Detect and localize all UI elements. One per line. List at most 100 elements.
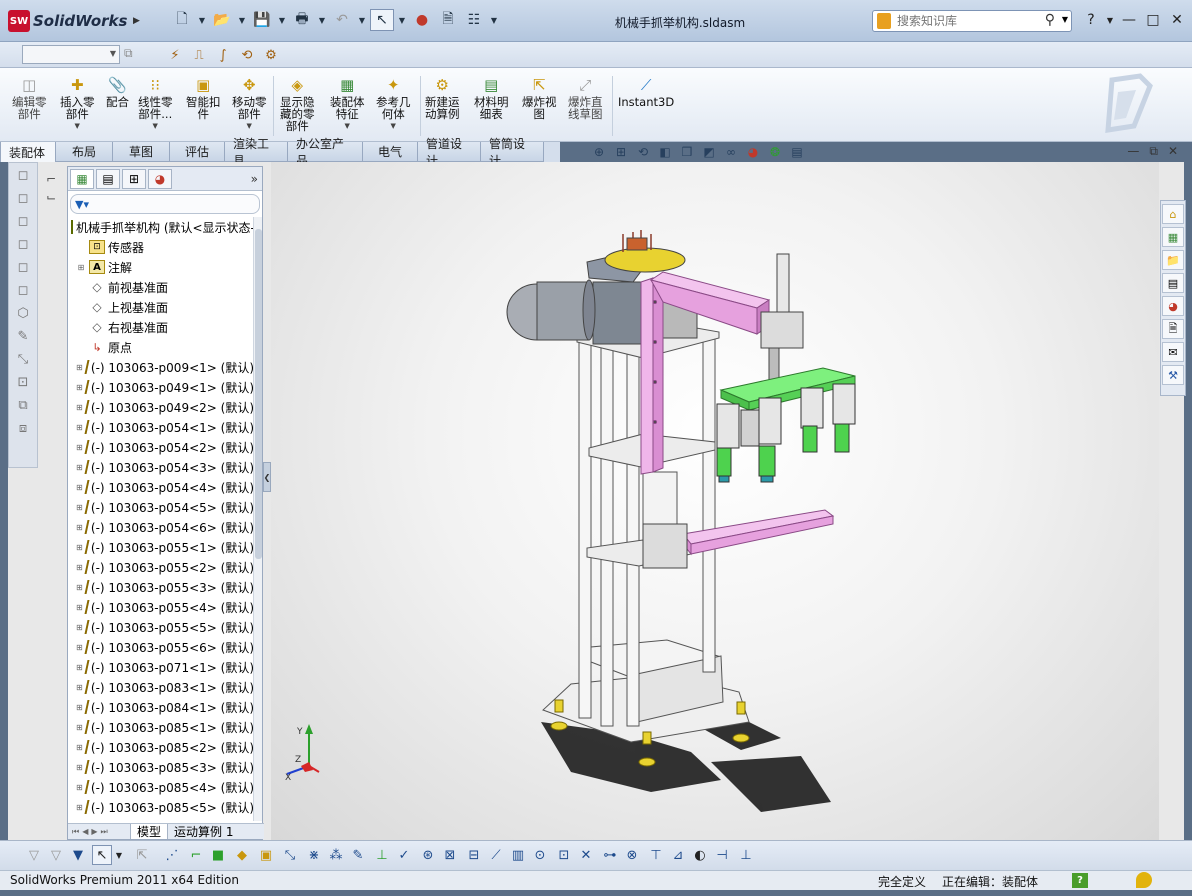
zoom-to-fit-icon[interactable]: ⊕ [590, 144, 608, 160]
undo-dropdown-icon[interactable]: ▼ [356, 9, 368, 31]
rebuild-traffic-light-icon[interactable]: ● [410, 9, 434, 31]
design-library-icon[interactable]: ▦ [1162, 227, 1184, 247]
select-other-icon[interactable]: ⇱ [132, 845, 152, 865]
tree-expander-icon[interactable]: ⊞ [76, 443, 83, 452]
filter-datum-icon[interactable]: ⊟ [464, 845, 484, 865]
help-dropdown-icon[interactable]: ▼ [1106, 10, 1114, 30]
view-front-icon[interactable]: ◻ [10, 164, 36, 186]
tree-item[interactable]: ⊡ 传感器 [68, 237, 254, 257]
corner-icon[interactable]: ⌐ [40, 172, 62, 190]
property-manager-tab-icon[interactable]: ▤ [96, 168, 120, 189]
filter-sketch-segments-icon[interactable]: ✎ [348, 845, 368, 865]
panel-expand-icon[interactable]: » [251, 172, 258, 186]
section-view-icon[interactable]: ◧ [656, 144, 674, 160]
tree-expander-icon[interactable]: ⊞ [76, 423, 83, 432]
filter-surface-bodies-icon[interactable]: ▣ [256, 845, 276, 865]
options-dropdown-icon[interactable]: ▼ [488, 9, 500, 31]
new-document-icon[interactable]: 🗋 [170, 9, 194, 31]
tab-office-products[interactable]: 办公室产品 [287, 137, 363, 168]
tab-assembly[interactable]: 装配体 [0, 142, 56, 162]
resources-home-icon[interactable]: ⌂ [1162, 204, 1184, 224]
close-icon[interactable]: ✕ [1168, 10, 1186, 30]
feature-tree-tab-icon[interactable]: ▦ [70, 168, 94, 189]
filter-dowel-pins-icon[interactable]: ⊶ [600, 845, 620, 865]
first-tab-icon[interactable]: ⏮ [72, 827, 79, 837]
select-pointer-icon[interactable]: ↖ [370, 9, 394, 31]
tree-expander-icon[interactable]: ⊞ [76, 483, 83, 492]
chevron-down-icon[interactable]: ▼ [247, 122, 252, 130]
tree-expander-icon[interactable]: ⊞ [76, 603, 83, 612]
filter-blocks-icon[interactable]: ⊡ [554, 845, 574, 865]
tree-expander-icon[interactable]: ⊞ [76, 743, 83, 752]
step-icon[interactable]: ⎍ [189, 45, 209, 65]
filter-toggle-icon[interactable]: ▽ [24, 845, 44, 865]
filter-balloons-icon[interactable]: ⊙ [530, 845, 550, 865]
configuration-manager-tab-icon[interactable]: ⊞ [122, 168, 146, 189]
linear-pattern-button[interactable]: ⁝⁝ 线性零 部件... ▼ [138, 74, 173, 130]
view-right-icon[interactable]: ◻ [10, 233, 36, 255]
tree-expander-icon[interactable]: ⊞ [76, 363, 83, 372]
tree-item[interactable]: ⊞ (-) 103063-p085<2> (默认) [68, 737, 254, 757]
filter-annotations-icon[interactable]: ✓ [394, 845, 414, 865]
tree-item[interactable]: ⊞ (-) 103063-p085<1> (默认) [68, 717, 254, 737]
select-dropdown-icon[interactable]: ▼ [396, 9, 408, 31]
edit-component-button[interactable]: ◫ 编辑零 部件 [12, 74, 47, 120]
chevron-down-icon[interactable]: ▼ [391, 122, 396, 130]
print-dropdown-icon[interactable]: ▼ [316, 9, 328, 31]
view-bottom-icon[interactable]: ◻ [10, 279, 36, 301]
bill-of-materials-button[interactable]: ▤ 材料明 细表 [474, 74, 509, 120]
quick-tips-icon[interactable]: ? [1072, 873, 1088, 888]
tree-expander-icon[interactable]: ⊞ [76, 583, 83, 592]
tree-item[interactable]: ◇ 右视基准面 [68, 317, 254, 337]
filter-axes-icon[interactable]: ⤡ [280, 845, 300, 865]
mate-reference-icon[interactable]: ⚡ [165, 45, 185, 65]
zoom-to-area-icon[interactable]: ⊞ [612, 144, 630, 160]
tree-item[interactable]: ⊞ (-) 103063-p055<1> (默认) [68, 537, 254, 557]
tree-expander-icon[interactable]: ⊞ [76, 663, 83, 672]
filter-components-icon[interactable]: ◆ [232, 845, 252, 865]
smart-dimension-icon[interactable]: ⤡ [10, 348, 36, 370]
graphics-viewport[interactable]: Y Z X [271, 162, 1159, 840]
appearances-icon[interactable]: ◕ [1162, 296, 1184, 316]
view-iso-icon[interactable]: ⬡ [10, 302, 36, 324]
view-left-icon[interactable]: ◻ [10, 210, 36, 232]
tree-filter[interactable]: ▼▾ [70, 194, 260, 214]
filter-routing-points-icon[interactable]: ⊣ [712, 845, 732, 865]
tree-expander-icon[interactable]: ⊞ [76, 723, 83, 732]
chevron-down-icon[interactable]: ▼ [153, 122, 158, 130]
next-tab-icon[interactable]: ▶ [91, 827, 97, 836]
tab-electrical[interactable]: 电气 [362, 142, 418, 162]
copy-config-icon[interactable]: ⧉ [124, 46, 142, 64]
spring-icon[interactable]: ∫ [213, 45, 233, 65]
tab-tubing[interactable]: 管筒设计 [480, 137, 544, 168]
tree-expander-icon[interactable]: ⊞ [76, 563, 83, 572]
tree-item[interactable]: ⊞ (-) 103063-p049<2> (默认) [68, 397, 254, 417]
filter-connection-points-icon[interactable]: ⊥ [736, 845, 756, 865]
save-dropdown-icon[interactable]: ▼ [276, 9, 288, 31]
tree-expander-icon[interactable]: ⊞ [76, 683, 83, 692]
tree-item[interactable]: ⊞ (-) 103063-p055<3> (默认) [68, 577, 254, 597]
tree-item[interactable]: ⊞ (-) 103063-p054<2> (默认) [68, 437, 254, 457]
doc-minimize-icon[interactable]: — [1127, 144, 1139, 159]
view-top-icon[interactable]: ◻ [10, 256, 36, 278]
options-icon[interactable]: ☷ [462, 9, 486, 31]
snap-icon[interactable]: ⊡ [10, 371, 36, 393]
explode-line-sketch-button[interactable]: ⤢ 爆炸直 线草图 [568, 74, 603, 120]
tree-root[interactable]: 机械手抓举机构 (默认<显示状态-1>) [68, 217, 254, 237]
filter-select-all-icon[interactable]: ▼ [68, 845, 88, 865]
tree-expander-icon[interactable]: ⊞ [76, 783, 83, 792]
mate-button[interactable]: 📎 配合 [106, 74, 129, 108]
tree-item[interactable]: ⊞ (-) 103063-p049<1> (默认) [68, 377, 254, 397]
tab-evaluate[interactable]: 评估 [169, 142, 225, 162]
filter-cosmetic-threads-icon[interactable]: ⊗ [622, 845, 642, 865]
filter-clear-icon[interactable]: ▽ [46, 845, 66, 865]
exploded-view-button[interactable]: ⇱ 爆炸视 图 [522, 74, 557, 120]
display-manager-tab-icon[interactable]: ◕ [148, 168, 172, 189]
tab-model[interactable]: 模型 [130, 824, 168, 839]
feature-tree-scrollbar[interactable] [253, 217, 262, 821]
tree-expander-icon[interactable]: ⊞ [76, 523, 83, 532]
tree-expander-icon[interactable]: ⊞ [76, 543, 83, 552]
tab-render-tools[interactable]: 渲染工具 [224, 137, 288, 168]
filter-geometric-tolerance-icon[interactable]: ⟋ [486, 845, 506, 865]
filter-planes-icon[interactable]: ⋇ [304, 845, 324, 865]
